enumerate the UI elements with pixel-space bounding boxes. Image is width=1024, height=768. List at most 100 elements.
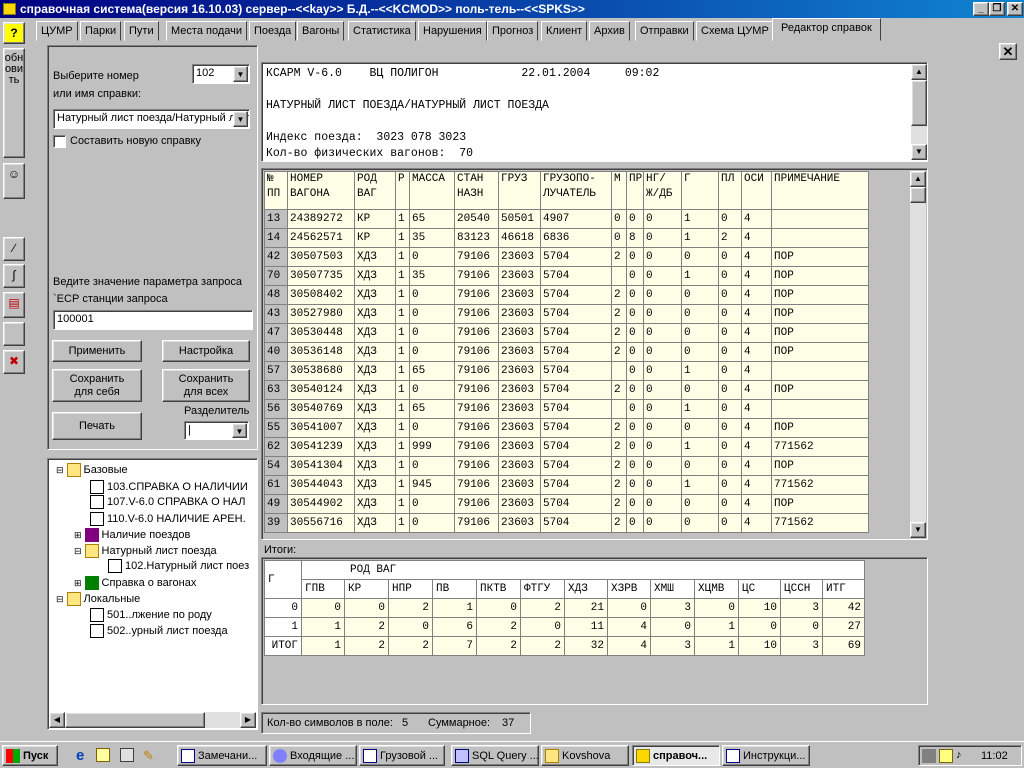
tab-arkhiv[interactable]: Архив [589,21,630,41]
table-cell[interactable]: 23603 [498,380,541,400]
table-cell[interactable]: 0 [643,475,682,495]
table-cell[interactable]: 4 [741,228,772,248]
table-cell[interactable]: 30508402 [287,285,355,305]
table-row[interactable]: 57 30538680 ХДЗ 1 65 79106 23603 5704 0 0 1 0 4 [264,361,869,381]
table-cell[interactable]: 1 [395,475,410,495]
totals-cell[interactable]: 2 [476,636,521,656]
table-cell[interactable]: 4 [741,342,772,362]
totals-row[interactable]: 1 1 2 0 6 2 0 11 4 0 1 0 0 27 [264,617,865,637]
table-cell[interactable]: 4 [741,285,772,305]
table-cell[interactable]: 0 [681,418,719,438]
totals-cell[interactable]: 6 [432,617,477,637]
table-cell[interactable]: 4 [741,475,772,495]
table-cell[interactable]: 0 [643,437,682,457]
new-report-checkbox[interactable] [53,135,66,148]
table-cell[interactable]: ХДЗ [354,399,396,419]
table-cell[interactable]: 4 [741,399,772,419]
tab-narusheniya[interactable]: Нарушения [418,21,487,41]
table-cell[interactable]: 5704 [540,399,612,419]
table-cell[interactable]: 79106 [454,513,499,533]
scroll-right-button[interactable]: ▶ [240,712,256,728]
table-cell[interactable]: 0 [681,494,719,514]
scroll-down-button[interactable]: ▼ [911,144,927,160]
table-cell[interactable] [611,266,627,286]
table-cell[interactable]: 2 [611,418,627,438]
table-cell[interactable]: ХДЗ [354,285,396,305]
table-cell[interactable]: 4 [741,418,772,438]
table-cell[interactable]: 1 [681,228,719,248]
ie-icon[interactable]: e [76,747,92,764]
totals-cell[interactable]: 0 [607,598,651,618]
blank-tool-button[interactable] [3,322,25,346]
table-row[interactable]: 63 30540124 ХДЗ 1 0 79106 23603 5704 2 0 0 0 0 4 ПОР [264,380,869,400]
table-cell[interactable]: 5704 [540,418,612,438]
table-cell[interactable]: КР [354,209,396,229]
table-cell[interactable]: 1 [395,247,410,267]
start-button[interactable]: Пуск [2,745,58,766]
totals-cell[interactable]: 10 [738,636,781,656]
table-cell[interactable]: ХДЗ [354,304,396,324]
table-cell[interactable]: 0 [718,513,742,533]
table-cell[interactable]: 0 [409,513,455,533]
table-cell[interactable]: 79106 [454,494,499,514]
totals-cell[interactable]: 2 [520,636,565,656]
table-cell[interactable]: 0 [409,380,455,400]
totals-cell[interactable]: 2 [520,598,565,618]
close-panel-button[interactable]: ✕ [999,43,1017,60]
table-cell[interactable]: 4907 [540,209,612,229]
table-cell[interactable]: 4 [741,209,772,229]
person-icon[interactable]: ☺ [3,163,25,199]
table-cell[interactable]: 0 [681,342,719,362]
scroll-down-button[interactable]: ▼ [910,522,926,538]
channels-icon[interactable]: ✎ [143,748,157,763]
tree-item-110[interactable]: 110.V-6.0 НАЛИЧИЕ АРЕН. [90,512,246,526]
table-cell[interactable]: КР [354,228,396,248]
table-cell[interactable]: 1 [395,228,410,248]
table-cell[interactable]: 5704 [540,285,612,305]
tab-statistika[interactable]: Статистика [348,21,416,41]
table-cell[interactable]: 0 [718,209,742,229]
table-cell[interactable]: 1 [681,266,719,286]
table-cell[interactable]: 0 [681,513,719,533]
table-cell[interactable]: 0 [409,494,455,514]
table-cell[interactable]: 56 [264,399,288,419]
table-cell[interactable]: 48 [264,285,288,305]
grid-header-cell[interactable]: М [611,171,627,210]
table-cell[interactable]: 79106 [454,380,499,400]
task-spravochnaya[interactable]: справоч... [632,745,720,766]
totals-cell[interactable]: 0 [694,598,739,618]
scroll-up-button[interactable]: ▲ [910,171,926,187]
tab-redaktor-spravok[interactable]: Редактор справок [772,18,881,41]
table-cell[interactable]: 1 [395,418,410,438]
table-cell[interactable]: 61 [264,475,288,495]
close-button[interactable]: ✕ [1007,2,1023,16]
table-cell[interactable]: 2 [611,513,627,533]
table-cell[interactable]: 0 [643,494,682,514]
table-cell[interactable]: 0 [718,380,742,400]
grid-header-cell[interactable]: ПЛ [718,171,742,210]
tab-parki[interactable]: Парки [80,21,122,41]
table-row[interactable]: 47 30530448 ХДЗ 1 0 79106 23603 5704 2 0 0 0 0 4 ПОР [264,323,869,343]
table-cell[interactable]: 5704 [540,247,612,267]
totals-cell[interactable]: 7 [432,636,477,656]
table-cell[interactable]: 30541304 [287,456,355,476]
table-cell[interactable]: ПОР [771,323,869,343]
table-cell[interactable]: 40 [264,342,288,362]
table-cell[interactable]: 0 [718,361,742,381]
grid-header-cell[interactable]: РОД ВАГ [354,171,396,210]
table-cell[interactable]: 0 [643,304,682,324]
table-cell[interactable]: 23603 [498,494,541,514]
totals-cell[interactable]: 2 [344,636,389,656]
table-cell[interactable]: 771562 [771,475,869,495]
totals-cell[interactable]: 1 [264,617,302,637]
table-cell[interactable]: 4 [741,494,772,514]
table-cell[interactable]: 65 [409,361,455,381]
table-cell[interactable]: 30541239 [287,437,355,457]
table-cell[interactable]: 1 [395,494,410,514]
task-sql-query[interactable]: SQL Query ... [451,745,539,766]
grid-header-cell[interactable]: Г [681,171,719,210]
table-cell[interactable]: 0 [718,456,742,476]
table-cell[interactable]: 0 [626,323,644,343]
tree-node-local[interactable]: ⊟ Локальные [56,592,140,606]
totals-cell[interactable]: 0 [780,617,823,637]
